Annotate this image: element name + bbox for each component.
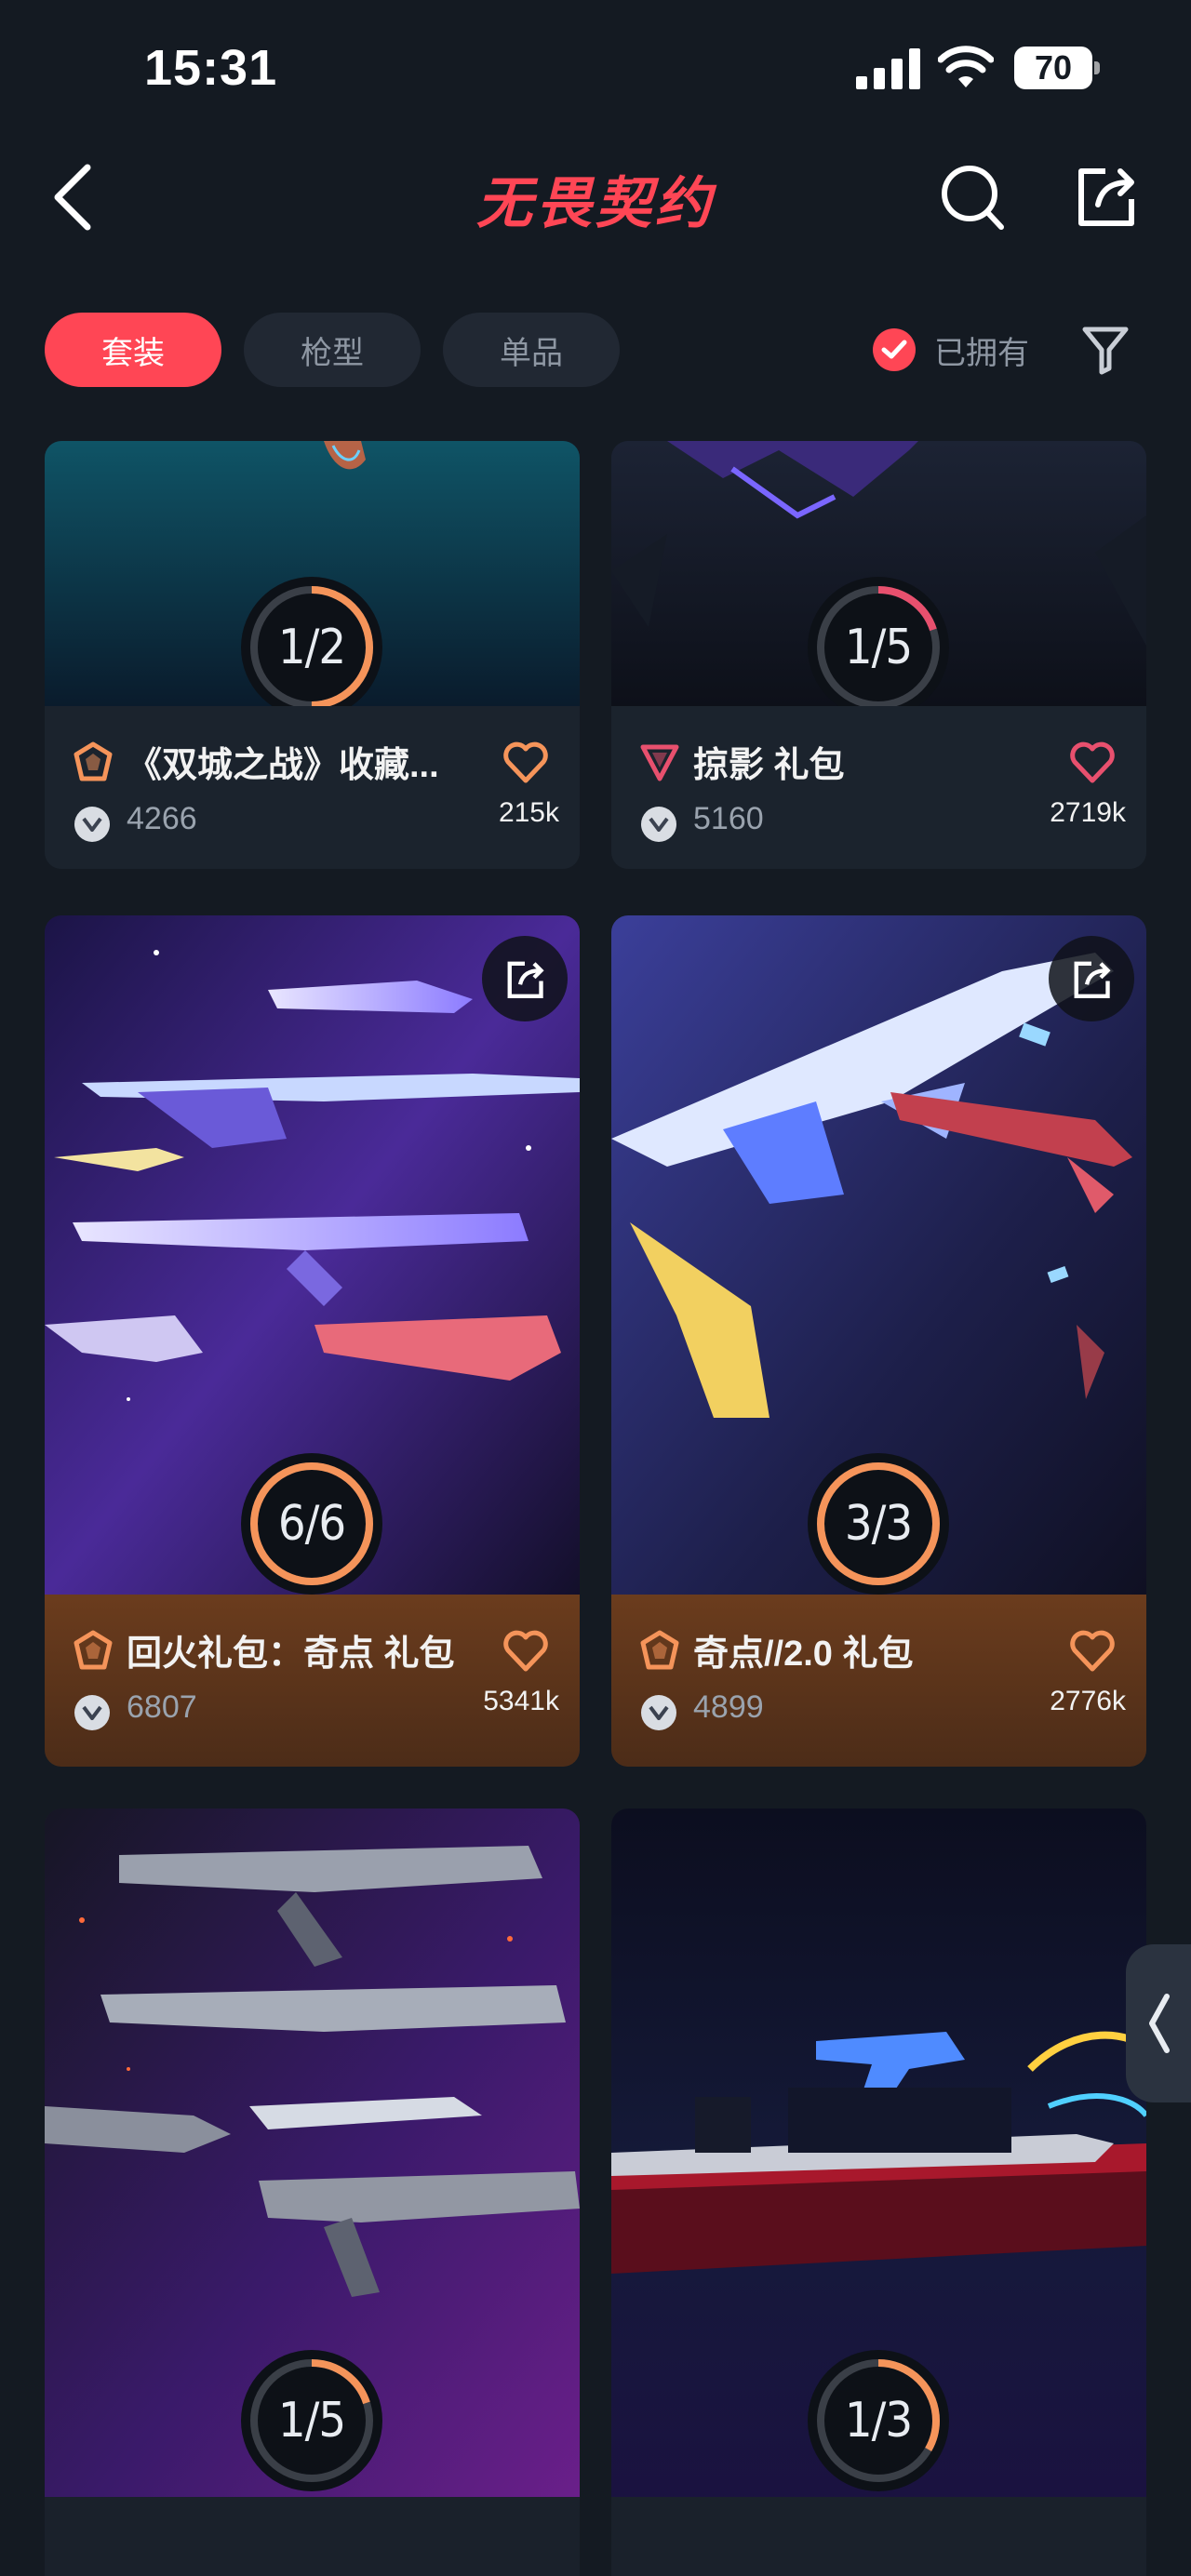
vp-currency-icon [641, 1695, 676, 1730]
filter-funnel-icon[interactable] [1081, 324, 1130, 376]
bundle-card[interactable]: 3/3 奇点//2.0 礼包 4899 2776k [611, 915, 1146, 1767]
tab-single-items[interactable]: 单品 [443, 313, 620, 387]
owned-filter-toggle[interactable]: 已拥有 [873, 324, 1029, 376]
share-icon[interactable] [1049, 936, 1134, 1021]
premium-tier-icon [640, 1630, 679, 1670]
collection-progress: 3/3 [808, 1453, 949, 1595]
search-icon[interactable] [938, 160, 1009, 234]
bundle-info: 奇点//2.0 礼包 4899 2776k [611, 1595, 1146, 1767]
vp-currency-icon [74, 807, 110, 842]
collection-progress: 6/6 [241, 1453, 382, 1595]
bundle-card[interactable]: 1/2 《双城之战》收藏... 4266 215k [45, 441, 580, 869]
chevron-left-icon [1149, 1994, 1170, 2053]
heart-icon[interactable] [502, 1630, 549, 1673]
progress-label: 1/3 [844, 2393, 913, 2449]
bundle-info: 回火礼包：奇点 礼包 6807 5341k [45, 1595, 580, 1767]
battery-level: 70 [1034, 48, 1073, 87]
tab-bundles[interactable]: 套装 [45, 313, 221, 387]
owned-count: 3 [844, 1496, 873, 1552]
progress-label: 6/6 [277, 1496, 346, 1552]
bundle-name: 奇点//2.0 礼包 [693, 1635, 914, 1674]
owned-count: 1 [844, 2393, 873, 2449]
bundle-price: 4266 [127, 801, 197, 836]
status-time: 15:31 [144, 40, 278, 96]
bundle-name: 《双城之战》收藏... [127, 746, 439, 785]
premium-tier-icon [74, 741, 113, 781]
progress-label: 1/5 [844, 620, 913, 675]
filter-row: 套装 枪型 单品 已拥有 [0, 307, 1191, 391]
total-count: 5 [885, 620, 913, 675]
bundle-card[interactable]: 1/5 [45, 1809, 580, 2576]
checkmark-icon[interactable] [873, 328, 916, 371]
bundle-info: 《双城之战》收藏... 4266 215k [45, 706, 580, 869]
status-bar: 15:31 70 [0, 0, 1191, 140]
battery-icon: 70 [1014, 47, 1100, 89]
premium-tier-icon [74, 1630, 113, 1670]
total-count: 5 [318, 2393, 346, 2449]
progress-label: 1/2 [277, 620, 346, 675]
page-title: 无畏契约 [476, 172, 715, 234]
owned-count: 1 [277, 620, 306, 675]
side-drawer-handle[interactable] [1126, 1944, 1191, 2102]
deluxe-tier-icon [640, 744, 679, 781]
progress-label: 3/3 [844, 1496, 913, 1552]
bundle-card[interactable]: 1/5 掠影 礼包 5160 2719k [611, 441, 1146, 869]
total-count: 2 [318, 620, 346, 675]
vp-currency-icon [74, 1695, 110, 1730]
vp-currency-icon [641, 807, 676, 842]
heart-icon[interactable] [1069, 741, 1116, 784]
bundle-likes: 2719k [1050, 797, 1126, 828]
progress-label: 1/5 [277, 2393, 346, 2449]
owned-count: 6 [277, 1496, 306, 1552]
collection-progress: 1/2 [241, 577, 382, 718]
bundle-price: 6807 [127, 1689, 197, 1725]
bundle-price: 5160 [693, 801, 764, 836]
owned-count: 1 [844, 620, 873, 675]
tab-weapon-types[interactable]: 枪型 [244, 313, 421, 387]
bundle-likes: 5341k [483, 1686, 559, 1716]
bundle-grid: 1/2 《双城之战》收藏... 4266 215k 1 / 5 掠影 礼包 51… [0, 441, 1191, 2576]
bundle-name: 掠影 礼包 [693, 746, 845, 785]
wifi-icon [938, 46, 994, 87]
nav-bar: 无畏契约 [0, 140, 1191, 260]
bundle-likes: 2776k [1050, 1686, 1126, 1716]
owned-count: 1 [277, 2393, 306, 2449]
cellular-signal-icon [856, 48, 920, 89]
owned-label: 已拥有 [934, 335, 1029, 371]
total-count: 3 [885, 2393, 913, 2449]
total-count: 6 [318, 1496, 346, 1552]
bundle-info: 掠影 礼包 5160 2719k [611, 706, 1146, 869]
collection-progress: 1/3 [808, 2350, 949, 2491]
share-icon[interactable] [1070, 158, 1141, 233]
bundle-likes: 215k [498, 797, 559, 828]
bundle-price: 4899 [693, 1689, 764, 1725]
bundle-card[interactable]: 6/6 回火礼包：奇点 礼包 6807 5341k [45, 915, 580, 1767]
collection-progress: 1/5 [808, 577, 949, 718]
bundle-card[interactable]: 1/3 [611, 1809, 1146, 2576]
collection-progress: 1/5 [241, 2350, 382, 2491]
total-count: 3 [885, 1496, 913, 1552]
bundle-name: 回火礼包：奇点 礼包 [127, 1635, 455, 1674]
share-icon[interactable] [482, 936, 568, 1021]
heart-icon[interactable] [502, 741, 549, 784]
heart-icon[interactable] [1069, 1630, 1116, 1673]
